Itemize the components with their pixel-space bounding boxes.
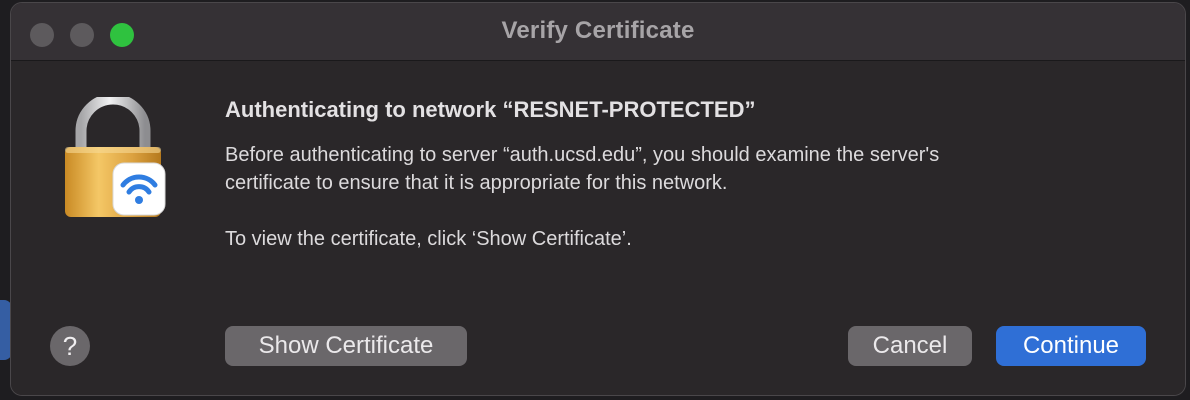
verify-certificate-dialog: Verify Certificate Authenticating to net… [10,2,1186,396]
titlebar: Verify Certificate [11,3,1185,61]
help-button[interactable]: ? [50,326,90,366]
window-title: Verify Certificate [501,17,695,44]
message-line-1: Before authenticating to server “auth.uc… [225,144,940,166]
cancel-button[interactable]: Cancel [848,326,972,366]
lock-wifi-icon [65,97,166,217]
show-certificate-button[interactable]: Show Certificate [225,326,467,366]
dialog-content: Authenticating to network “RESNET-PROTEC… [11,61,1185,395]
message-line-2: certificate to ensure that it is appropr… [225,172,728,194]
dialog-heading: Authenticating to network “RESNET-PROTEC… [225,97,756,122]
instruction-text: To view the certificate, click ‘Show Cer… [225,228,632,250]
dialog-message: Before authenticating to server “auth.uc… [225,141,1125,253]
continue-button[interactable]: Continue [996,326,1146,366]
